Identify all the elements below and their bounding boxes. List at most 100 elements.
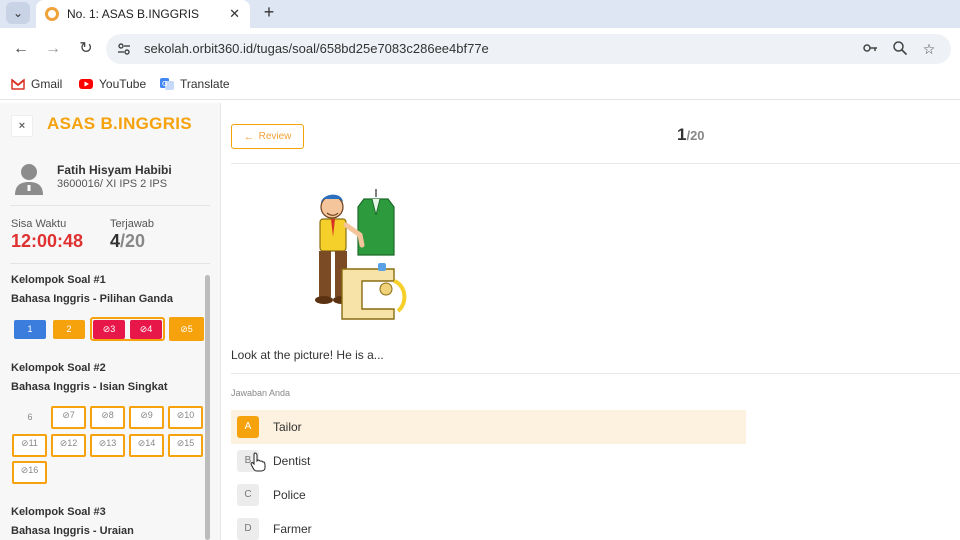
option-a[interactable]: A Tailor — [231, 410, 746, 444]
divider — [10, 205, 210, 206]
question-number: 10 — [184, 410, 195, 420]
reload-icon[interactable]: ↻ — [75, 38, 97, 60]
user-avatar-icon — [15, 164, 43, 195]
option-d[interactable]: D Farmer — [231, 512, 746, 540]
arrow-left-icon: ← — [243, 130, 255, 143]
tab-close-icon[interactable]: ✕ — [229, 6, 240, 22]
question-button[interactable]: ⊘12 — [51, 434, 86, 457]
link-icon: ⊘ — [21, 438, 29, 448]
option-c[interactable]: C Police — [231, 478, 746, 512]
bookmark-label: Translate — [180, 77, 230, 91]
question-button[interactable]: ⊘7 — [51, 406, 86, 429]
tab-bar: ⌄ No. 1: ASAS B.INGGRIS ✕ + — [0, 0, 960, 28]
bookmark-gmail[interactable]: Gmail — [11, 77, 62, 91]
answered-label: Terjawab — [110, 218, 155, 230]
group-2-subtitle: Bahasa Inggris - Isian Singkat — [11, 381, 168, 393]
question-button[interactable]: ⊘14 — [129, 434, 164, 457]
bookmark-label: Gmail — [31, 77, 63, 91]
question-button[interactable]: ⊘13 — [90, 434, 125, 457]
question-button-current[interactable]: 1 — [14, 320, 46, 339]
time-remaining-label: Sisa Waktu — [11, 218, 67, 230]
option-letter: D — [237, 518, 259, 540]
group-3-title: Kelompok Soal #3 — [11, 506, 106, 518]
question-number: 13 — [106, 438, 117, 448]
group-1-title: Kelompok Soal #1 — [11, 274, 106, 286]
tab-search-icon[interactable]: ⌄ — [6, 2, 30, 24]
question-number: 16 — [28, 465, 39, 475]
question-button-flagged[interactable]: ⊘3 — [93, 320, 125, 339]
question-number: 9 — [147, 410, 153, 420]
student-id: 3600016/ XI IPS 2 IPS — [57, 178, 168, 190]
back-arrow-icon[interactable]: ← — [10, 38, 32, 60]
hand-cursor-icon — [250, 452, 266, 472]
answered-total: /20 — [120, 231, 146, 251]
question-button-flagged[interactable]: ⊘4 — [130, 320, 162, 339]
link-icon: ⊘ — [62, 410, 70, 420]
bookmark-label: YouTube — [99, 77, 147, 91]
bookmark-translate[interactable]: G Translate — [160, 77, 230, 91]
link-icon: ⊘ — [101, 410, 109, 420]
zoom-icon[interactable] — [891, 40, 909, 58]
option-text: Farmer — [273, 522, 312, 536]
sidebar-scrollbar[interactable] — [205, 275, 210, 540]
group-3-subtitle: Bahasa Inggris - Uraian — [11, 525, 134, 537]
group-1-subtitle: Bahasa Inggris - Pilihan Ganda — [11, 293, 173, 305]
group-2-title: Kelompok Soal #2 — [11, 362, 106, 374]
password-key-icon[interactable] — [861, 40, 879, 58]
forward-arrow-icon[interactable]: → — [42, 38, 64, 60]
question-button[interactable]: ⊘9 — [129, 406, 164, 429]
time-remaining-value: 12:00:48 — [11, 231, 84, 251]
url-text[interactable]: sekolah.orbit360.id/tugas/soal/658bd25e7… — [144, 41, 489, 56]
question-number: 8 — [108, 410, 114, 420]
question-number: 14 — [145, 438, 156, 448]
question-button[interactable]: ⊘8 — [90, 406, 125, 429]
question-number: 11 — [28, 438, 38, 448]
translate-icon: G — [160, 78, 174, 90]
close-exam-button[interactable]: × — [11, 115, 33, 137]
address-bar[interactable]: sekolah.orbit360.id/tugas/soal/658bd25e7… — [106, 34, 951, 64]
bookmarks-bar: Gmail YouTube G Translate — [0, 70, 960, 100]
option-text: Dentist — [273, 454, 311, 468]
site-favicon-icon — [45, 7, 59, 21]
question-button[interactable]: 6 — [14, 408, 46, 427]
question-text: Look at the picture! He is a... — [231, 348, 384, 362]
subject-title: ASAS B.INGGRIS — [47, 114, 192, 133]
question-button[interactable]: ⊘15 — [168, 434, 203, 457]
question-button[interactable]: ⊘10 — [168, 406, 203, 429]
bookmark-star-icon[interactable]: ☆ — [920, 40, 938, 58]
review-button[interactable]: ← Review — [231, 124, 304, 149]
question-button[interactable]: ⊘16 — [12, 461, 47, 484]
option-b[interactable]: B Dentist — [231, 444, 746, 478]
question-button-answered[interactable]: ⊘5 — [169, 317, 204, 341]
tailor-illustration — [315, 189, 407, 320]
review-label: Review — [258, 131, 292, 142]
tab-title: No. 1: ASAS B.INGGRIS — [67, 7, 200, 21]
option-text: Police — [273, 488, 306, 502]
bookmark-youtube[interactable]: YouTube — [79, 77, 146, 91]
svg-text:G: G — [162, 80, 167, 88]
question-number: 3 — [110, 324, 116, 334]
site-info-icon[interactable] — [116, 41, 132, 57]
gmail-icon — [11, 78, 25, 90]
question-number: 7 — [69, 410, 75, 420]
question-button-answered[interactable]: 2 — [53, 320, 85, 339]
option-text: Tailor — [273, 420, 302, 434]
question-number: 5 — [187, 324, 193, 334]
divider — [231, 163, 960, 164]
question-button[interactable]: ⊘11 — [12, 434, 47, 457]
question-counter: 1/20 — [677, 125, 705, 145]
option-letter: A — [237, 416, 259, 438]
browser-toolbar: ← → ↻ sekolah.orbit360.id/tugas/soal/658… — [0, 28, 960, 70]
answered-count: 4/20 — [110, 231, 145, 252]
divider — [10, 263, 210, 264]
answered-value: 4 — [110, 231, 121, 251]
browser-tab[interactable]: No. 1: ASAS B.INGGRIS ✕ — [36, 0, 250, 28]
question-number: 4 — [147, 324, 153, 334]
new-tab-button[interactable]: + — [258, 2, 280, 24]
answer-label: Jawaban Anda — [231, 388, 291, 398]
link-icon: ⊘ — [180, 324, 188, 334]
question-number: 12 — [67, 438, 78, 448]
question-number: 15 — [184, 438, 195, 448]
option-letter: C — [237, 484, 259, 506]
link-icon: ⊘ — [140, 410, 148, 420]
